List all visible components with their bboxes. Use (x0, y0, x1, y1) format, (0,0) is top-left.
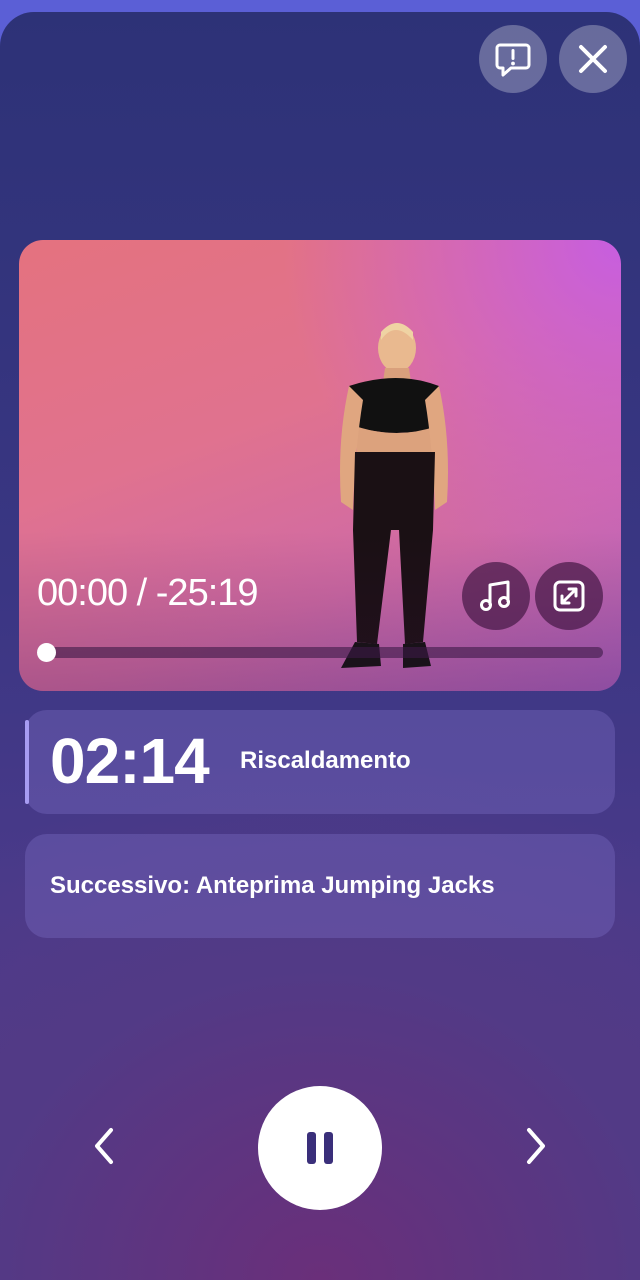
music-button[interactable] (462, 562, 530, 630)
time-separator: / (136, 572, 148, 614)
workout-video[interactable]: 00:00 / -25:19 (19, 240, 621, 691)
next-exercise-label: Successivo: Anteprima Jumping Jacks (50, 872, 495, 899)
pause-button[interactable] (258, 1086, 382, 1210)
close-button[interactable] (559, 25, 627, 93)
close-icon (579, 45, 607, 73)
feedback-button[interactable] (479, 25, 547, 93)
pause-icon (307, 1132, 333, 1164)
video-time-readout: 00:00 / -25:19 (37, 572, 259, 615)
next-exercise-card: Successivo: Anteprima Jumping Jacks (25, 834, 615, 938)
expand-icon (553, 580, 585, 612)
current-exercise-card: 02:14 Riscaldamento (25, 710, 615, 814)
exercise-countdown: 02:14 (50, 725, 210, 797)
chevron-left-icon (95, 1128, 113, 1164)
progress-scrubber[interactable] (37, 643, 56, 662)
video-progress-bar[interactable] (37, 643, 603, 662)
fullscreen-button[interactable] (535, 562, 603, 630)
feedback-icon (495, 43, 531, 77)
next-button[interactable] (506, 1116, 566, 1176)
music-note-icon (480, 580, 510, 611)
remaining-time: -25:19 (155, 572, 259, 614)
elapsed-time: 00:00 (37, 572, 128, 614)
workout-player-sheet: 00:00 / -25:19 02:14 Riscaldamento Succe… (0, 12, 640, 1280)
chevron-right-icon (527, 1128, 545, 1164)
previous-button[interactable] (74, 1116, 134, 1176)
exercise-name: Riscaldamento (240, 747, 411, 774)
current-card-accent (25, 720, 29, 804)
